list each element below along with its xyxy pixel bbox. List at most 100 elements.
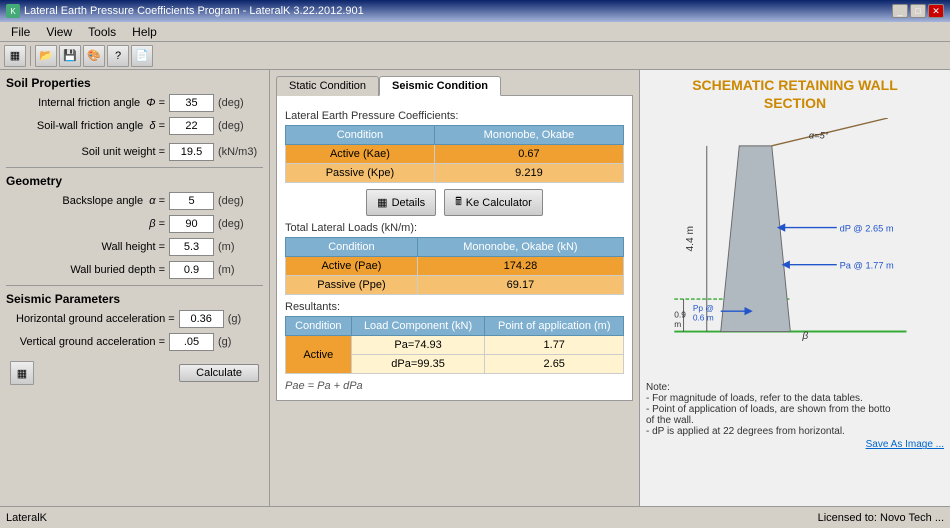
coefficients-table: Condition Mononobe, Okabe Active (Kae) 0… bbox=[285, 125, 624, 183]
seismic-title: Seismic Parameters bbox=[6, 292, 263, 306]
loads-passive-value: 69.17 bbox=[417, 276, 623, 295]
wall-friction-label: Soil-wall friction angle δ = bbox=[16, 120, 169, 132]
buried-depth-row: Wall buried depth = (m) bbox=[6, 261, 263, 279]
beta-input[interactable] bbox=[169, 215, 214, 233]
res-pa-value: 1.77 bbox=[485, 336, 624, 355]
svg-text:4.4 m: 4.4 m bbox=[685, 226, 696, 252]
svg-text:m: m bbox=[674, 319, 681, 329]
geometry-title: Geometry bbox=[6, 174, 263, 188]
svg-text:Pa @ 1.77 m: Pa @ 1.77 m bbox=[840, 261, 894, 271]
wall-friction-unit: (deg) bbox=[218, 120, 263, 132]
minimize-button[interactable]: _ bbox=[892, 4, 908, 18]
color-icon[interactable]: 🎨 bbox=[83, 45, 105, 67]
vert-accel-row: Vertical ground acceleration = (g) bbox=[6, 333, 263, 351]
res-pa-label: Pa=74.93 bbox=[351, 336, 485, 355]
res-col-load: Load Component (kN) bbox=[351, 317, 485, 336]
separator bbox=[30, 46, 31, 66]
menu-bar: File View Tools Help bbox=[0, 22, 950, 42]
details-button[interactable]: ▦ Details bbox=[366, 189, 436, 216]
pae-note: Pae = Pa + dPa bbox=[285, 380, 624, 392]
unit-weight-row: Soil unit weight = (kN/m3) bbox=[6, 143, 263, 161]
loads-passive-label: Passive (Ppe) bbox=[286, 276, 418, 295]
save-image-link[interactable]: Save As Image ... bbox=[866, 439, 944, 450]
ke-calculator-button[interactable]: 🖩 Ke Calculator bbox=[444, 189, 543, 216]
divider1 bbox=[6, 167, 263, 168]
coeff-active-label: Active (Kae) bbox=[286, 145, 435, 164]
menu-file[interactable]: File bbox=[4, 23, 37, 41]
table-tool-btn[interactable]: ▦ bbox=[10, 361, 34, 385]
coeff-active-value: 0.67 bbox=[434, 145, 623, 164]
loads-active-row: Active (Pae) 174.28 bbox=[286, 257, 624, 276]
app-title: Lateral Earth Pressure Coefficients Prog… bbox=[24, 5, 364, 17]
divider2 bbox=[6, 285, 263, 286]
svg-text:dP @ 2.65 m: dP @ 2.65 m bbox=[840, 224, 894, 234]
coefficients-title: Lateral Earth Pressure Coefficients: bbox=[285, 110, 624, 122]
tab-static[interactable]: Static Condition bbox=[276, 76, 379, 96]
left-panel: Soil Properties Internal friction angle … bbox=[0, 70, 270, 506]
res-active-row1: Active Pa=74.93 1.77 bbox=[286, 336, 624, 355]
coeff-passive-row: Passive (Kpe) 9.219 bbox=[286, 164, 624, 183]
status-bar: LateralK Licensed to: Novo Tech ... bbox=[0, 506, 950, 528]
soil-properties-title: Soil Properties bbox=[6, 76, 263, 90]
close-button[interactable]: ✕ bbox=[928, 4, 944, 18]
notes-section: Note: - For magnitude of loads, refer to… bbox=[646, 382, 944, 450]
export-icon[interactable]: 📄 bbox=[131, 45, 153, 67]
friction-angle-row: Internal friction angle Φ = (deg) bbox=[6, 94, 263, 112]
buried-depth-unit: (m) bbox=[218, 264, 263, 276]
res-active-label: Active bbox=[286, 336, 352, 374]
horiz-accel-label: Horizontal ground acceleration = bbox=[16, 313, 179, 325]
right-panel: SCHEMATIC RETAINING WALL SECTION 4.4 m 0… bbox=[640, 70, 950, 506]
resultants-title: Resultants: bbox=[285, 301, 624, 313]
buried-depth-input[interactable] bbox=[169, 261, 214, 279]
calc-icon: 🖩 bbox=[455, 193, 462, 212]
horiz-accel-row: Horizontal ground acceleration = (g) bbox=[6, 310, 263, 328]
horiz-accel-unit: (g) bbox=[228, 313, 263, 325]
svg-text:0.6 m: 0.6 m bbox=[693, 313, 714, 323]
vert-accel-input[interactable] bbox=[169, 333, 214, 351]
loads-title: Total Lateral Loads (kN/m): bbox=[285, 222, 624, 234]
wall-height-input[interactable] bbox=[169, 238, 214, 256]
coeff-col-condition: Condition bbox=[286, 126, 435, 145]
status-left: LateralK bbox=[6, 512, 47, 524]
backslope-label: Backslope angle α = bbox=[16, 195, 169, 207]
wall-friction-input[interactable] bbox=[169, 117, 214, 135]
open-icon[interactable]: 📂 bbox=[35, 45, 57, 67]
toolbar: ▦ 📂 💾 🎨 ? 📄 bbox=[0, 42, 950, 70]
backslope-input[interactable] bbox=[169, 192, 214, 210]
vert-accel-label: Vertical ground acceleration = bbox=[16, 336, 169, 348]
res-dpa-value: 2.65 bbox=[485, 355, 624, 374]
coeff-passive-value: 9.219 bbox=[434, 164, 623, 183]
note-line1: - For magnitude of loads, refer to the d… bbox=[646, 393, 944, 404]
help-icon[interactable]: ? bbox=[107, 45, 129, 67]
grid-icon[interactable]: ▦ bbox=[4, 45, 26, 67]
calculate-button[interactable]: Calculate bbox=[179, 364, 259, 382]
tab-seismic[interactable]: Seismic Condition bbox=[379, 76, 501, 96]
horiz-accel-input[interactable] bbox=[179, 310, 224, 328]
save-icon[interactable]: 💾 bbox=[59, 45, 81, 67]
schematic-svg: 4.4 m 0.9 m α=5° dP @ 2.65 m Pa @ 1.77 m… bbox=[655, 118, 935, 378]
menu-view[interactable]: View bbox=[39, 23, 79, 41]
loads-active-label: Active (Pae) bbox=[286, 257, 418, 276]
unit-weight-label: Soil unit weight = bbox=[16, 146, 169, 158]
maximize-button[interactable]: □ bbox=[910, 4, 926, 18]
note-line2: - Point of application of loads, are sho… bbox=[646, 404, 944, 415]
friction-angle-label: Internal friction angle Φ = bbox=[16, 97, 169, 109]
beta-label: β = bbox=[16, 218, 169, 230]
wall-height-unit: (m) bbox=[218, 241, 263, 253]
menu-help[interactable]: Help bbox=[125, 23, 164, 41]
note-title: Note: bbox=[646, 382, 944, 393]
beta-row: β = (deg) bbox=[6, 215, 263, 233]
tab-content: Lateral Earth Pressure Coefficients: Con… bbox=[276, 95, 633, 401]
wall-friction-row: Soil-wall friction angle δ = (deg) bbox=[6, 117, 263, 135]
res-dpa-label: dPa=99.35 bbox=[351, 355, 485, 374]
loads-passive-row: Passive (Ppe) 69.17 bbox=[286, 276, 624, 295]
unit-weight-input[interactable] bbox=[169, 143, 214, 161]
friction-angle-unit: (deg) bbox=[218, 97, 263, 109]
loads-active-value: 174.28 bbox=[417, 257, 623, 276]
beta-unit: (deg) bbox=[218, 218, 263, 230]
friction-angle-input[interactable] bbox=[169, 94, 214, 112]
menu-tools[interactable]: Tools bbox=[81, 23, 123, 41]
schematic-title: SCHEMATIC RETAINING WALL SECTION bbox=[646, 76, 944, 112]
svg-text:β: β bbox=[801, 331, 808, 342]
backslope-unit: (deg) bbox=[218, 195, 263, 207]
